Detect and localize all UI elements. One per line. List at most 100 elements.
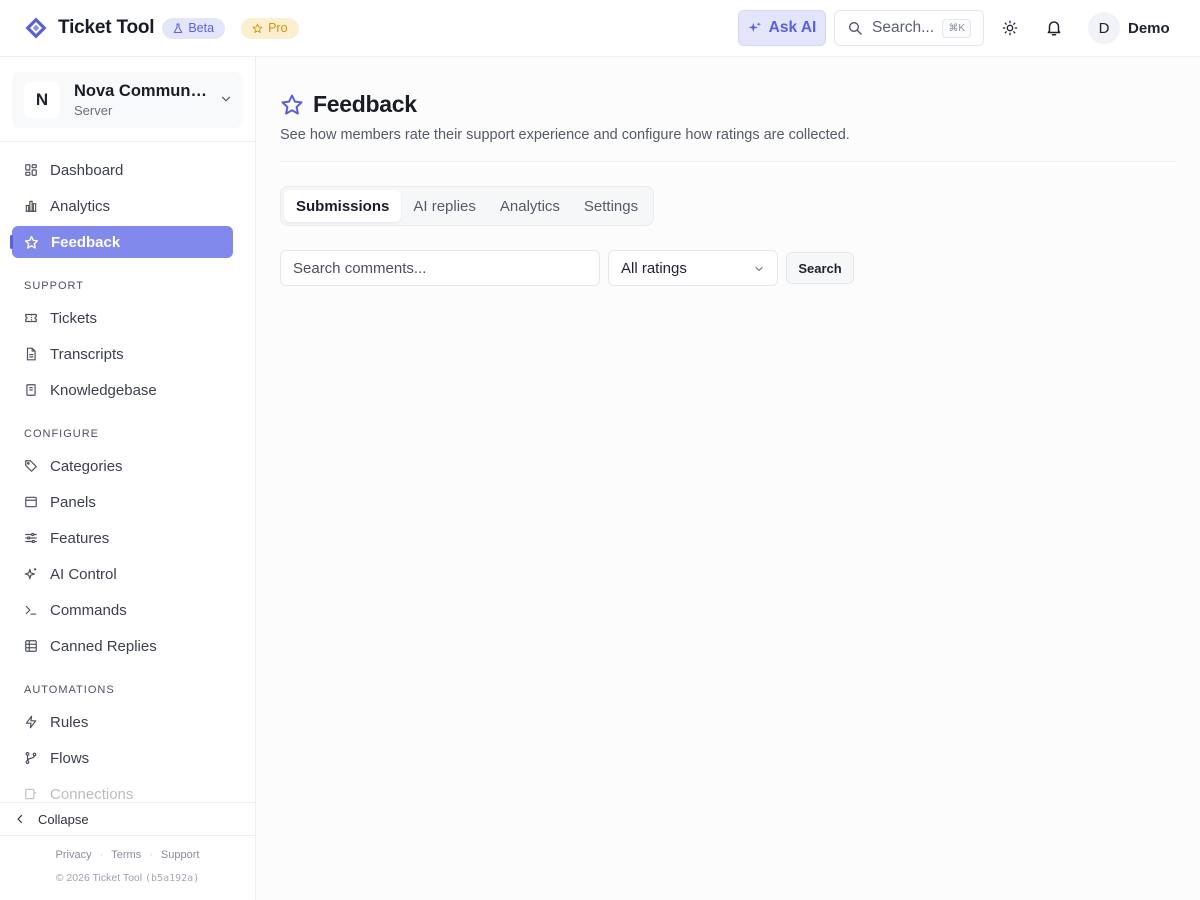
terminal-icon	[25, 605, 37, 615]
sidebar-item-label: Connections	[50, 785, 134, 803]
page-header: Feedback	[280, 91, 417, 118]
star-icon	[252, 23, 263, 33]
ask-ai-button[interactable]: Ask AI	[738, 10, 826, 46]
notifications-button[interactable]	[1039, 13, 1069, 43]
panel-icon	[25, 496, 37, 508]
theme-toggle-button[interactable]	[995, 13, 1025, 43]
main-content: Feedback See how members rate their supp…	[256, 57, 1200, 900]
sidebar-item-label: AI Control	[50, 565, 117, 583]
build-hash: (b5a192a)	[145, 873, 200, 884]
sidebar-item-label: Feedback	[51, 233, 121, 251]
sidebar-item-rules[interactable]: Rules	[12, 706, 233, 738]
sidebar-item-features[interactable]: Features	[12, 522, 233, 554]
pro-badge: Pro	[241, 17, 299, 39]
sidebar: N Nova Community Server Dashboard Analyt…	[0, 57, 256, 900]
beta-badge: Beta	[162, 17, 226, 39]
sidebar-item-label: Transcripts	[50, 345, 124, 363]
search-icon	[849, 22, 862, 35]
sidebar-item-feedback[interactable]: Feedback	[10, 226, 233, 258]
terms-link[interactable]: Terms	[111, 849, 141, 861]
file-icon	[26, 347, 36, 361]
server-type: Server	[74, 103, 113, 118]
sidebar-item-label: Analytics	[50, 197, 111, 215]
rating-filter-select[interactable]: All ratings	[608, 250, 778, 286]
global-search-placeholder: Search...	[872, 19, 935, 36]
sidebar-item-label: Panels	[50, 493, 96, 511]
sidebar-item-tickets[interactable]: Tickets	[12, 302, 233, 334]
sparkles-icon	[748, 22, 761, 33]
copyright-text: © 2026 Ticket Tool	[55, 872, 143, 884]
sidebar-item-label: Commands	[50, 601, 127, 619]
sidebar-item-label: Features	[50, 529, 110, 547]
tab-settings[interactable]: Settings	[572, 190, 650, 222]
plug-icon	[25, 788, 37, 800]
sidebar-divider	[0, 141, 255, 142]
top-bar: Ticket Tool Beta Pro Ask AI Search... ⌘K	[0, 0, 1200, 57]
sidebar-section-configure: CONFIGURE	[24, 428, 99, 440]
server-avatar: N	[24, 82, 60, 118]
brand[interactable]: Ticket Tool Beta Pro	[24, 16, 299, 40]
footer-separator: ·	[149, 849, 153, 861]
user-name: Demo	[1128, 19, 1170, 37]
flask-icon	[173, 22, 183, 33]
rating-filter-value: All ratings	[621, 259, 687, 277]
page-title: Feedback	[313, 91, 417, 117]
star-icon	[281, 94, 303, 115]
sidebar-item-panels[interactable]: Panels	[12, 486, 233, 518]
sidebar-section-automations: AUTOMATIONS	[24, 684, 115, 696]
bar-chart-icon	[25, 200, 37, 212]
sidebar-item-label: Canned Replies	[50, 637, 157, 655]
sidebar-item-canned-replies[interactable]: Canned Replies	[12, 630, 233, 662]
sidebar-item-knowledgebase[interactable]: Knowledgebase	[12, 374, 233, 406]
sidebar-item-label: Flows	[50, 749, 90, 767]
header-divider	[280, 161, 1176, 162]
sidebar-item-categories[interactable]: Categories	[12, 450, 233, 482]
sidebar-item-analytics[interactable]: Analytics	[12, 190, 233, 222]
sidebar-item-dashboard[interactable]: Dashboard	[12, 154, 233, 186]
user-menu[interactable]: D Demo	[1088, 12, 1170, 44]
ticket-tool-logo-icon	[25, 17, 47, 39]
list-icon	[25, 640, 37, 652]
global-search[interactable]: Search... ⌘K	[834, 10, 984, 46]
grid-icon	[25, 164, 37, 176]
sidebar-item-ai-control[interactable]: AI Control	[12, 558, 233, 590]
sidebar-nav: Dashboard Analytics Feedback SUPPORT Tic…	[10, 154, 233, 814]
tab-ai-replies[interactable]: AI replies	[401, 190, 488, 222]
support-link[interactable]: Support	[161, 849, 200, 861]
feedback-tabs: Submissions AI replies Analytics Setting…	[280, 186, 655, 226]
chevron-down-icon	[755, 266, 763, 272]
search-button[interactable]: Search	[786, 252, 854, 284]
tab-submissions[interactable]: Submissions	[284, 190, 402, 222]
bell-icon	[1047, 21, 1061, 36]
sliders-icon	[25, 532, 37, 544]
footer-links: Privacy · Terms · Support	[0, 849, 255, 861]
sidebar-item-label: Rules	[50, 713, 89, 731]
ticket-icon	[25, 313, 37, 323]
privacy-link[interactable]: Privacy	[56, 849, 92, 861]
collapse-sidebar-button[interactable]: Collapse	[0, 802, 255, 836]
collapse-label: Collapse	[38, 811, 89, 827]
chevron-left-icon	[17, 814, 23, 824]
sidebar-item-flows[interactable]: Flows	[12, 742, 233, 774]
server-switcher[interactable]: N Nova Community Server	[12, 72, 243, 128]
git-branch-icon	[25, 752, 37, 764]
comment-search-input[interactable]	[280, 250, 600, 286]
beta-badge-label: Beta	[188, 21, 215, 35]
app-name: Ticket Tool	[58, 17, 155, 38]
sidebar-item-label: Tickets	[50, 309, 97, 327]
server-name: Nova Community	[74, 82, 209, 100]
sidebar-item-transcripts[interactable]: Transcripts	[12, 338, 233, 370]
sidebar-item-label: Categories	[50, 457, 123, 475]
sun-icon	[1002, 20, 1018, 36]
chevron-down-icon	[221, 96, 231, 102]
sidebar-item-label: Knowledgebase	[50, 381, 157, 399]
sidebar-item-commands[interactable]: Commands	[12, 594, 233, 626]
sidebar-item-label: Dashboard	[50, 161, 124, 179]
bolt-icon	[25, 715, 37, 729]
tag-icon	[25, 460, 37, 472]
tab-analytics[interactable]: Analytics	[488, 190, 572, 222]
pro-badge-label: Pro	[268, 21, 288, 35]
footer-separator: ·	[99, 849, 104, 861]
sidebar-section-support: SUPPORT	[24, 280, 84, 292]
sparkles-icon	[24, 568, 37, 580]
